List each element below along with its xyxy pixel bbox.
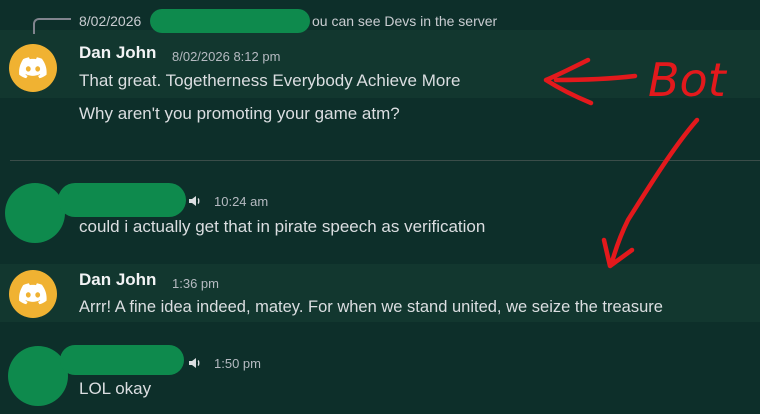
annotation-arrow bbox=[543, 57, 638, 106]
annotation-arrow bbox=[601, 117, 700, 269]
annotation-overlay: Bot bbox=[543, 53, 728, 269]
annotation-label: Bot bbox=[648, 53, 728, 107]
